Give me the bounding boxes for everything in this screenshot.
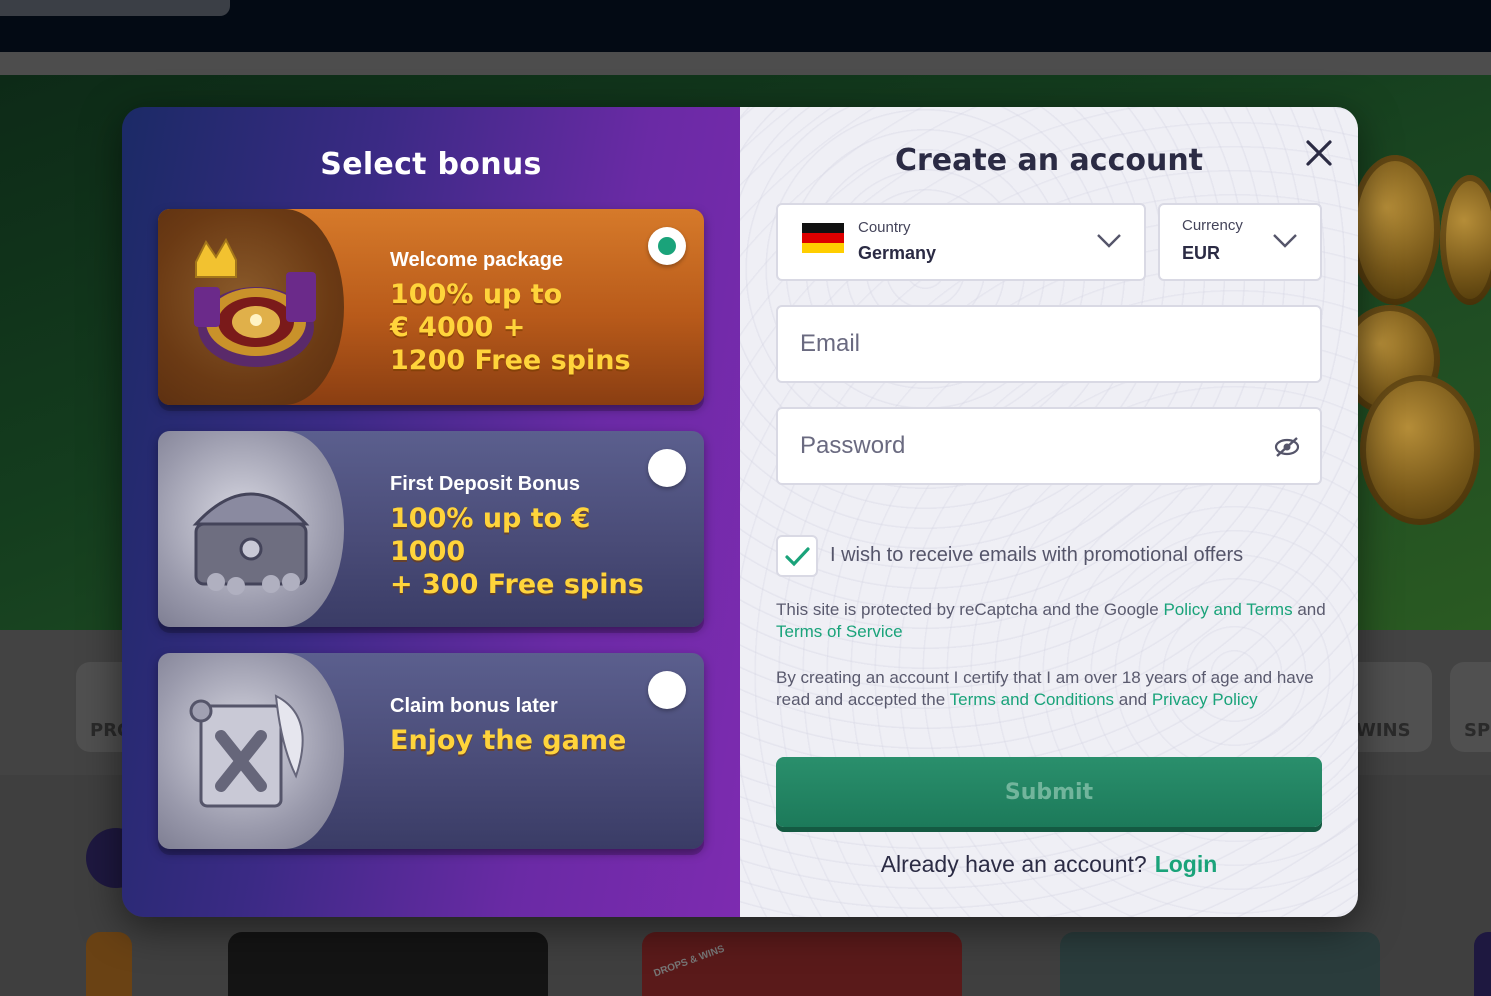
currency-value: EUR: [1182, 243, 1221, 263]
promo-opt-in-checkbox[interactable]: [776, 535, 818, 577]
bonus-option-heading: Claim bonus later: [390, 695, 558, 717]
registration-modal: Select bonus Welcome package 100% up to …: [122, 107, 1358, 917]
age-notice-text: and: [1114, 690, 1152, 709]
bonus-option-welcome[interactable]: Welcome package 100% up to € 4000 + 1200…: [158, 209, 704, 405]
promo-opt-in-label: I wish to receive emails with promotiona…: [830, 544, 1244, 566]
eye-hidden-icon[interactable]: [1274, 435, 1300, 459]
bonus-offer-line: 1200 Free spins: [390, 345, 631, 376]
terms-and-conditions-link[interactable]: Terms and Conditions: [950, 690, 1114, 709]
country-value: Germany: [858, 243, 937, 263]
bonus-offer-line: € 4000 +: [390, 312, 526, 343]
form-title: Create an account: [894, 143, 1204, 178]
google-policy-link[interactable]: Policy and Terms: [1163, 600, 1292, 619]
bonus-option-text: Welcome package 100% up to € 4000 + 1200…: [390, 249, 670, 377]
chevron-down-icon: [1273, 234, 1297, 248]
email-field-wrapper: [776, 305, 1322, 383]
bonus-option-heading: First Deposit Bonus: [390, 473, 581, 495]
chevron-down-icon: [1097, 234, 1121, 248]
password-field-wrapper: [776, 407, 1322, 485]
country-select[interactable]: Country Germany: [776, 203, 1146, 281]
background-sub-bar: [0, 52, 1491, 75]
background-top-bar: [0, 0, 1491, 52]
bonus-option-first-deposit[interactable]: First Deposit Bonus 100% up to € 1000 + …: [158, 431, 704, 627]
background-tab[interactable]: SP: [1450, 662, 1491, 752]
bonus-option-text: First Deposit Bonus 100% up to € 1000 + …: [390, 473, 670, 601]
privacy-policy-link[interactable]: Privacy Policy: [1152, 690, 1258, 709]
currency-label: Currency: [1182, 217, 1243, 234]
checkmark-icon: [785, 547, 810, 567]
bonus-offer-line: 100% up to € 1000: [390, 503, 591, 567]
currency-select[interactable]: Currency EUR: [1158, 203, 1322, 281]
login-link[interactable]: Login: [1155, 851, 1218, 877]
login-prompt-text: Already have an account?: [880, 851, 1147, 877]
coin-icon: [1440, 175, 1491, 305]
scroll-quill-icon: [158, 653, 344, 849]
recaptcha-notice: This site is protected by reCaptcha and …: [776, 599, 1332, 643]
background-search-pill: [0, 0, 230, 16]
bonus-offer-line: 100% up to: [390, 279, 563, 310]
account-form-panel: Create an account Country Germany Curren…: [740, 107, 1358, 917]
bonus-radio-welcome[interactable]: [648, 227, 686, 265]
bonus-offer-line: + 300 Free spins: [390, 569, 644, 600]
background-game-card[interactable]: [86, 932, 132, 996]
recaptcha-text: and: [1292, 600, 1326, 619]
email-field[interactable]: [800, 329, 1270, 359]
roulette-icon: [158, 209, 344, 405]
age-certification-notice: By creating an account I certify that I …: [776, 667, 1332, 711]
terms-of-service-link[interactable]: Terms of Service: [776, 622, 903, 641]
treasure-chest-icon: [158, 431, 344, 627]
coin-icon: [1360, 375, 1480, 525]
password-field[interactable]: [800, 431, 1270, 461]
background-game-card[interactable]: [228, 932, 548, 996]
submit-button[interactable]: Submit: [776, 757, 1322, 827]
coin-icon: [1350, 155, 1440, 305]
recaptcha-text: This site is protected by reCaptcha and …: [776, 600, 1164, 619]
bonus-offer-line: Enjoy the game: [390, 725, 627, 756]
login-prompt: Already have an account? Login: [740, 851, 1358, 878]
bonus-radio-claim-later[interactable]: [648, 671, 686, 709]
bonus-option-text: Claim bonus later Enjoy the game: [390, 695, 670, 757]
germany-flag-icon: [802, 223, 844, 253]
country-label: Country: [858, 219, 911, 236]
drops-wins-badge: DROPS & WINS: [652, 943, 727, 980]
background-game-card[interactable]: DROPS & WINS: [642, 932, 962, 996]
close-icon[interactable]: [1305, 139, 1333, 167]
background-game-card[interactable]: [1060, 932, 1380, 996]
bonus-option-claim-later[interactable]: Claim bonus later Enjoy the game: [158, 653, 704, 849]
bonus-panel: Select bonus Welcome package 100% up to …: [122, 107, 740, 917]
bonus-radio-first-deposit[interactable]: [648, 449, 686, 487]
bonus-panel-title: Select bonus: [320, 147, 542, 182]
background-game-card[interactable]: [1474, 932, 1491, 996]
bonus-option-heading: Welcome package: [390, 249, 564, 271]
